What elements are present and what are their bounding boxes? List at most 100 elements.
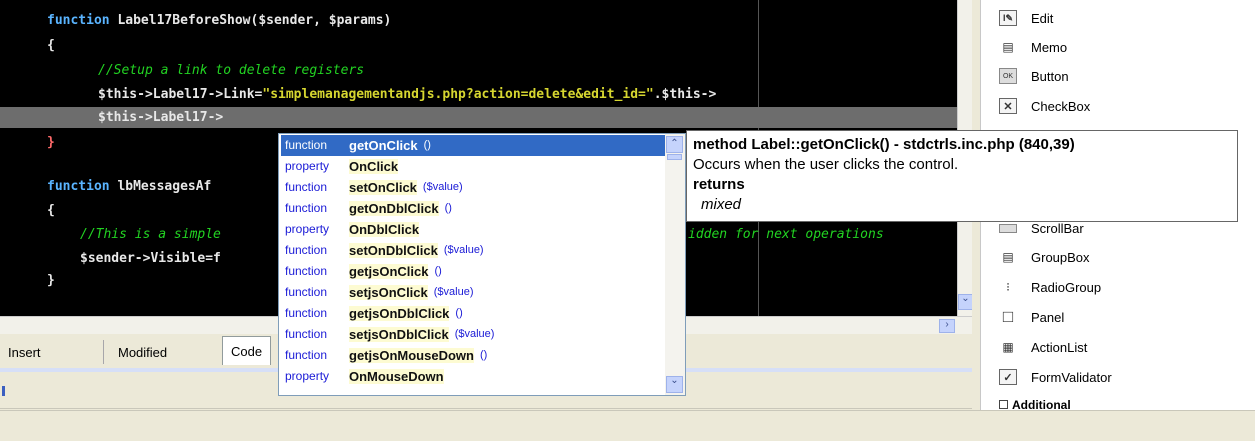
completion-args: () xyxy=(455,307,463,320)
completion-kind: function xyxy=(285,264,328,279)
code-line-6: } xyxy=(47,132,55,153)
completion-kind: function xyxy=(285,306,328,321)
chevron-right-icon: › xyxy=(945,319,949,330)
completion-item[interactable]: function setjsOnDblClick ($value) xyxy=(281,324,665,345)
formvalidator-icon: ✓ xyxy=(999,369,1017,385)
code-line-5-current[interactable]: $this->Label17-> xyxy=(0,107,957,128)
scroll-up-button[interactable]: ⌃ xyxy=(666,136,683,153)
completion-scrollbar[interactable]: ⌃ ⌄ xyxy=(665,134,685,395)
palette-item-groupbox[interactable]: ▤ GroupBox xyxy=(999,243,1089,271)
divider xyxy=(103,340,104,364)
code-line-3: //Setup a link to delete registers xyxy=(98,60,364,81)
code-text: .$this-> xyxy=(653,87,717,102)
completion-item[interactable]: function setOnClick ($value) xyxy=(281,177,665,198)
code-text: $sender->Visible=f xyxy=(80,251,221,266)
completion-args: () xyxy=(479,349,488,362)
completion-name: setOnClick xyxy=(349,179,417,195)
completion-args: ($value) xyxy=(454,328,495,341)
completion-name: OnMouseDown xyxy=(349,368,444,384)
completion-name: OnDblClick xyxy=(349,221,420,237)
code-text: lbMessagesAf xyxy=(109,179,212,194)
completion-kind: function xyxy=(285,201,328,216)
completion-args: ($value) xyxy=(433,286,474,299)
completion-item[interactable]: property OnMouseDown xyxy=(281,366,665,387)
tooltip-returns-type: mixed xyxy=(701,196,742,213)
scroll-down-button[interactable]: ⌄ xyxy=(666,375,683,393)
completion-item[interactable]: property OnDblClick xyxy=(281,219,665,240)
completion-item[interactable]: property OnClick xyxy=(281,156,665,177)
completion-item-selected[interactable]: function getOnClick () xyxy=(281,135,665,156)
code-line-11: } xyxy=(47,270,55,291)
completion-kind: function xyxy=(285,348,328,363)
palette-item-edit[interactable]: I✎ Edit xyxy=(999,4,1053,32)
memo-icon: ▤ xyxy=(1002,40,1014,54)
completion-name: getOnDblClick xyxy=(349,200,439,216)
tab-code[interactable]: Code xyxy=(222,336,272,365)
groupbox-icon: ▤ xyxy=(1002,250,1014,264)
close-brace: } xyxy=(47,135,55,150)
code-comment: idden for next operations xyxy=(688,227,884,242)
palette-group-label: Additional xyxy=(1012,398,1071,412)
edit-icon: I✎ xyxy=(999,10,1017,26)
code-text: $this->Label17-> xyxy=(98,110,224,125)
palette-item-formvalidator[interactable]: ✓ FormValidator xyxy=(999,363,1112,391)
completion-kind: function xyxy=(285,180,328,195)
palette-item-label: Memo xyxy=(1031,39,1068,55)
code-line-9: //This is a simple xyxy=(80,224,221,245)
completion-name: setOnDblClick xyxy=(349,242,438,258)
panel-icon: □ xyxy=(1002,307,1014,326)
completion-kind: property xyxy=(285,222,330,237)
completion-item[interactable]: function getjsOnDblClick () xyxy=(281,303,665,324)
palette-item-label: FormValidator xyxy=(1031,369,1112,385)
scroll-thumb[interactable] xyxy=(667,154,682,160)
completion-item[interactable]: function getOnDblClick () xyxy=(281,198,665,219)
palette-item-button[interactable]: OK Button xyxy=(999,62,1069,90)
completion-args: ($value) xyxy=(422,181,463,194)
open-brace: { xyxy=(47,203,55,218)
palette-item-checkbox[interactable]: ✕ CheckBox xyxy=(999,92,1090,120)
completion-name: setjsOnDblClick xyxy=(349,326,449,342)
tooltip-signature: method Label::getOnClick() - stdctrls.in… xyxy=(693,136,1075,153)
palette-group-additional[interactable]: Additional xyxy=(999,398,1071,412)
chevron-down-icon: ⌄ xyxy=(670,375,679,386)
completion-item[interactable]: function getjsOnMouseDown () xyxy=(281,345,665,366)
palette-item-panel[interactable]: □ Panel xyxy=(999,303,1064,331)
completion-args: () xyxy=(444,202,452,215)
close-brace: } xyxy=(47,273,55,288)
completion-kind: function xyxy=(285,285,328,300)
code-text: Label17BeforeShow($sender, $params) xyxy=(109,13,392,28)
code-comment: //This is a simple xyxy=(80,227,221,242)
checkbox-icon: ✕ xyxy=(999,98,1017,114)
chevron-up-icon: ⌃ xyxy=(670,138,679,149)
palette-item-memo[interactable]: ▤ Memo xyxy=(999,33,1067,61)
completion-item[interactable]: function setOnDblClick ($value) xyxy=(281,240,665,261)
code-line-8: { xyxy=(47,200,55,221)
tooltip-description: Occurs when the user clicks the control. xyxy=(693,156,959,173)
actionlist-icon: ▦ xyxy=(1002,340,1014,354)
completion-name: setjsOnClick xyxy=(349,284,428,300)
scroll-right-button[interactable]: › xyxy=(939,319,955,333)
palette-item-label: RadioGroup xyxy=(1031,279,1102,295)
completion-name: getjsOnClick xyxy=(349,263,429,279)
completion-kind: property xyxy=(285,159,330,174)
status-bar xyxy=(0,410,1255,441)
completion-item[interactable]: function setjsOnClick ($value) xyxy=(281,282,665,303)
code-line-10: $sender->Visible=f xyxy=(80,248,221,269)
documentation-tooltip: method Label::getOnClick() - stdctrls.in… xyxy=(686,130,1238,222)
status-modified: Modified xyxy=(118,345,168,360)
completion-name: getjsOnDblClick xyxy=(349,305,450,321)
keyword-function: function xyxy=(47,179,110,194)
palette-item-radiogroup[interactable]: ⁝ RadioGroup xyxy=(999,273,1101,301)
completion-name: getjsOnMouseDown xyxy=(349,347,474,363)
completion-item[interactable]: function getjsOnClick () xyxy=(281,261,665,282)
completion-args: () xyxy=(423,139,431,152)
open-brace: { xyxy=(47,38,55,53)
palette-item-actionlist[interactable]: ▦ ActionList xyxy=(999,333,1087,361)
scroll-down-button[interactable]: ⌄ xyxy=(958,293,972,310)
code-completion-list[interactable]: function getOnClick () property OnClick fun… xyxy=(278,133,686,396)
completion-name: getOnClick xyxy=(349,137,418,153)
code-line-2: { xyxy=(47,35,55,56)
completion-args: () xyxy=(434,265,442,278)
palette-item-label: Button xyxy=(1031,68,1069,84)
radiogroup-icon: ⁝ xyxy=(1006,280,1010,294)
